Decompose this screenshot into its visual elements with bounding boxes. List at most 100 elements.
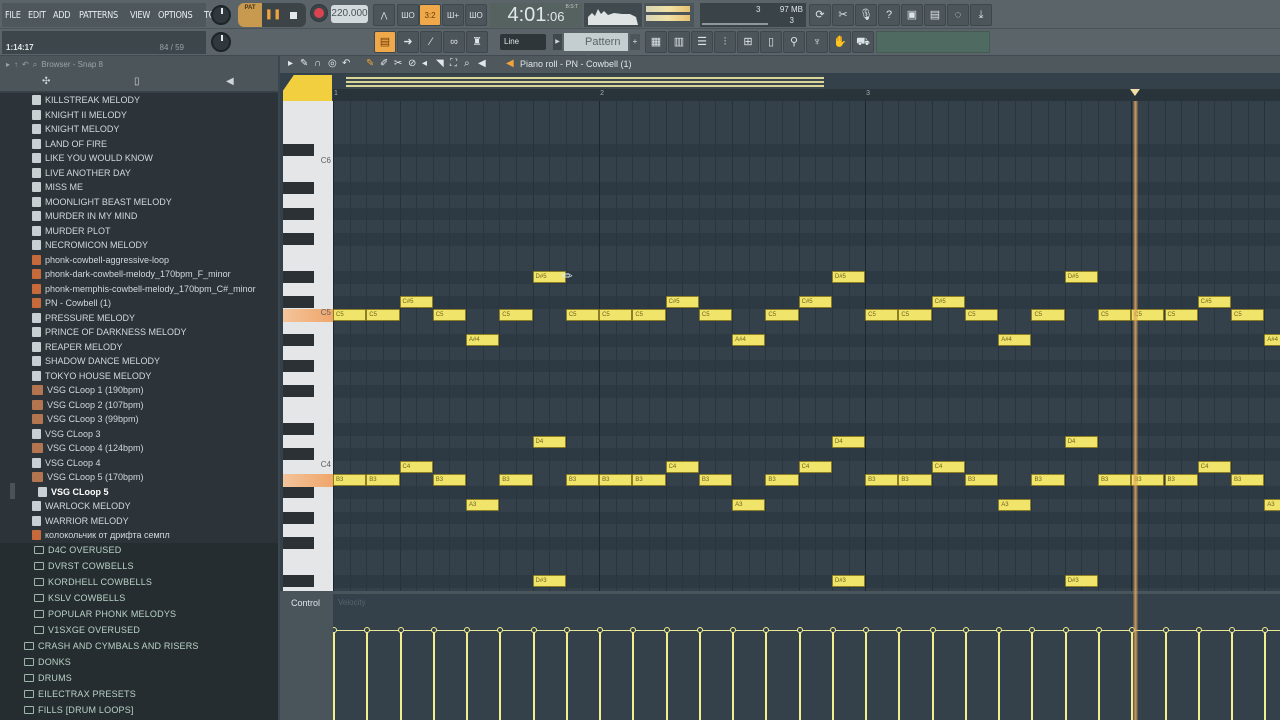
browser-file-item[interactable]: WARRIOR MELODY xyxy=(32,514,129,528)
menu-patterns[interactable]: PATTERNS xyxy=(79,10,118,21)
master-volume-knob[interactable] xyxy=(211,5,231,25)
pattern-prev-button[interactable]: ▶ xyxy=(553,34,562,50)
browser-file-item[interactable]: VSG CLoop 5 (170bpm) xyxy=(32,470,144,484)
note[interactable]: C4 xyxy=(399,461,433,474)
save-icon[interactable]: ▣ xyxy=(901,4,923,26)
velocity-handle[interactable] xyxy=(1162,626,1169,633)
magnet-icon[interactable]: ∩ xyxy=(314,58,321,69)
cut-icon[interactable]: ✂ xyxy=(832,4,854,26)
velocity-handle[interactable] xyxy=(896,626,903,633)
metronome-button[interactable]: ⋀ xyxy=(373,4,395,26)
black-key[interactable] xyxy=(283,182,314,195)
browser-file-item[interactable]: phonk-cowbell-aggressive-loop xyxy=(32,253,169,267)
note[interactable]: D#3 xyxy=(831,575,866,588)
wrench-icon[interactable]: ✎ xyxy=(300,58,308,69)
collapse-icon[interactable]: ✣ xyxy=(42,76,50,87)
note[interactable]: B3 xyxy=(865,473,899,486)
control-label[interactable]: Control xyxy=(291,598,320,608)
browser-file-item[interactable]: MURDER PLOT xyxy=(32,224,111,238)
velocity-handle[interactable] xyxy=(333,626,337,633)
note[interactable]: D4 xyxy=(532,435,566,448)
note[interactable]: C4 xyxy=(1197,461,1231,474)
project-info-icon[interactable]: ▯ xyxy=(760,31,782,53)
master-pitch-knob[interactable] xyxy=(211,32,231,52)
select-tool-icon[interactable]: ◥ xyxy=(436,58,444,69)
velocity-handle[interactable] xyxy=(929,626,936,633)
arrow-right-icon[interactable]: ➜ xyxy=(397,31,419,53)
browser-file-item[interactable]: VSG CLoop 4 xyxy=(32,456,101,470)
note[interactable]: A#4 xyxy=(732,334,766,347)
velocity-stem[interactable] xyxy=(399,629,402,720)
piano-roll-icon[interactable]: ▥ xyxy=(668,31,690,53)
note[interactable]: B3 xyxy=(333,473,367,486)
browser-file-item[interactable]: KILLSTREAK MELODY xyxy=(32,93,140,107)
velocity-stem[interactable] xyxy=(499,629,502,720)
note[interactable]: B3 xyxy=(565,473,600,486)
note[interactable]: B3 xyxy=(1031,473,1065,486)
arrow-icon[interactable]: ▸ xyxy=(6,60,10,69)
note[interactable]: B3 xyxy=(898,473,932,486)
wait-for-input-button[interactable]: ШО xyxy=(397,4,419,26)
black-key[interactable] xyxy=(283,575,314,588)
browser-folder[interactable]: EILECTRAX PRESETS xyxy=(24,687,136,701)
velocity-handle[interactable] xyxy=(630,626,637,633)
browser-file-item[interactable]: VSG CLoop 5 xyxy=(38,485,109,499)
playhead[interactable] xyxy=(1132,101,1138,720)
note[interactable]: C5 xyxy=(565,309,600,322)
mute-tool-icon[interactable]: ⊘ xyxy=(408,58,416,69)
note[interactable]: B3 xyxy=(765,473,799,486)
velocity-stem[interactable] xyxy=(432,629,435,720)
browser-file-item[interactable]: LIVE ANOTHER DAY xyxy=(32,166,131,180)
black-key[interactable] xyxy=(283,486,314,499)
piano-keyboard[interactable]: C6C5C4C3 xyxy=(283,101,333,591)
velocity-stem[interactable] xyxy=(532,629,535,720)
velocity-handle[interactable] xyxy=(397,626,404,633)
velocity-stem[interactable] xyxy=(333,629,335,720)
velocity-stem[interactable] xyxy=(1231,629,1234,720)
menu-add[interactable]: ADD xyxy=(53,10,71,21)
pattern-overview-scrollbar[interactable] xyxy=(346,75,824,89)
browser-folder[interactable]: CRASH AND CYMBALS AND RISERS xyxy=(24,639,199,653)
velocity-handle[interactable] xyxy=(597,626,604,633)
speaker-icon[interactable]: ◀ xyxy=(226,76,234,87)
velocity-handle[interactable] xyxy=(796,626,803,633)
note[interactable]: C5 xyxy=(865,309,899,322)
velocity-stem[interactable] xyxy=(1264,629,1267,720)
velocity-stem[interactable] xyxy=(565,629,568,720)
black-key[interactable] xyxy=(283,448,314,461)
stop-button[interactable] xyxy=(284,6,302,24)
velocity-handle[interactable] xyxy=(696,626,703,633)
browser-file-item[interactable]: PN - Cowbell (1) xyxy=(32,296,111,310)
velocity-handle[interactable] xyxy=(1195,626,1202,633)
black-key[interactable] xyxy=(283,334,314,347)
pencil-tool-icon[interactable]: ✎ xyxy=(366,58,374,69)
note[interactable]: C#5 xyxy=(399,296,433,309)
loop-record-button[interactable]: ШО xyxy=(465,4,487,26)
chat-icon[interactable]: ◌ xyxy=(947,4,969,26)
browser-subfolder[interactable]: KORDHELL COWBELLS xyxy=(34,575,152,589)
velocity-lane[interactable] xyxy=(333,594,1280,720)
note[interactable]: C5 xyxy=(765,309,799,322)
save-new-icon[interactable]: ▤ xyxy=(924,4,946,26)
pause-button[interactable]: ❚❚ xyxy=(264,6,282,24)
velocity-handle[interactable] xyxy=(863,626,870,633)
shop-icon[interactable]: ⛟ xyxy=(852,31,874,53)
black-key[interactable] xyxy=(283,233,314,246)
note[interactable]: C#5 xyxy=(931,296,965,309)
note[interactable]: C5 xyxy=(1097,309,1132,322)
note[interactable]: C5 xyxy=(432,309,467,322)
help-icon[interactable]: ? xyxy=(878,4,900,26)
note[interactable]: C5 xyxy=(366,309,400,322)
browser-file-item[interactable]: PRESSURE MELODY xyxy=(32,311,135,325)
velocity-handle[interactable] xyxy=(530,626,537,633)
velocity-handle[interactable] xyxy=(1229,626,1236,633)
browser-file-item[interactable]: TOKYO HOUSE MELODY xyxy=(32,369,151,383)
note[interactable]: D4 xyxy=(831,435,866,448)
browser-file-item[interactable]: MURDER IN MY MIND xyxy=(32,209,137,223)
browser-file-item[interactable]: NECROMICON MELODY xyxy=(32,238,148,252)
note[interactable]: D#5 xyxy=(831,271,866,284)
note[interactable]: C4 xyxy=(665,461,699,474)
velocity-handle[interactable] xyxy=(663,626,670,633)
target-icon[interactable]: ◎ xyxy=(328,58,337,69)
slice-tool-icon[interactable]: ◂ xyxy=(422,58,427,69)
